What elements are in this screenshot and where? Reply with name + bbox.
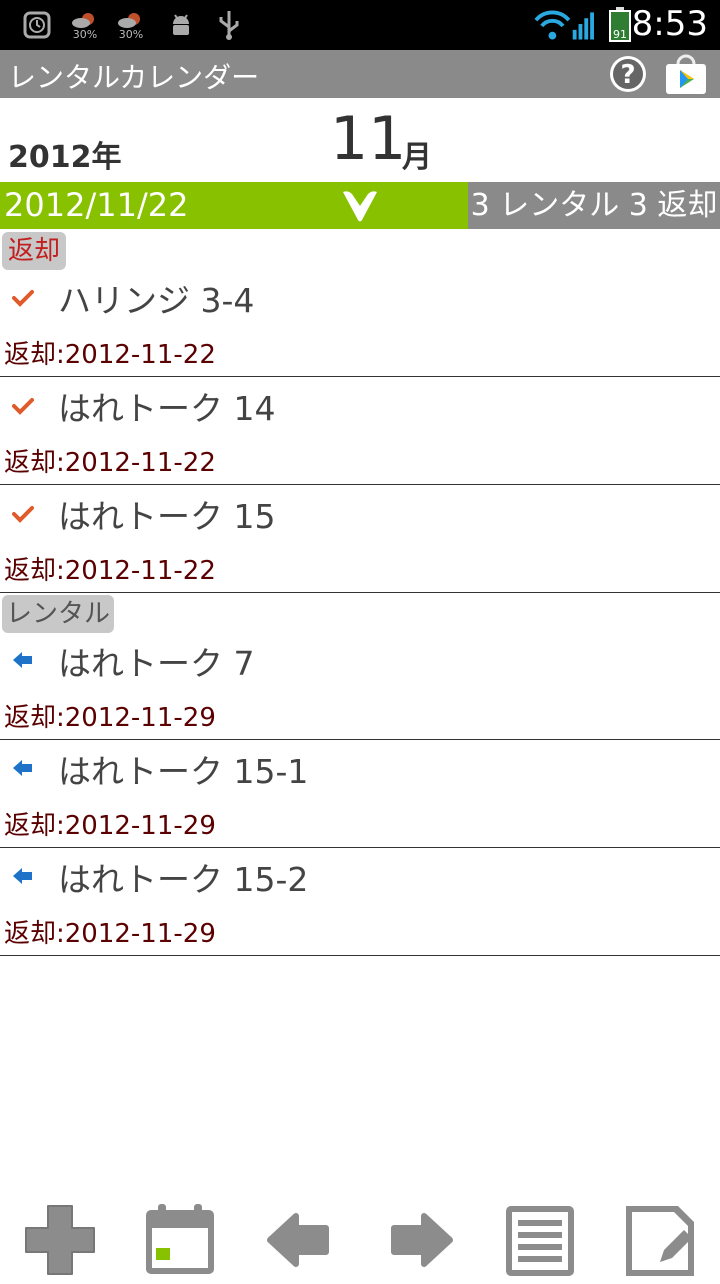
calendar-icon xyxy=(146,1204,214,1274)
play-store-icon xyxy=(666,54,706,94)
alarm-icon xyxy=(20,8,54,42)
month-number: 11 xyxy=(330,104,407,174)
edit-button[interactable] xyxy=(620,1200,700,1280)
edit-icon xyxy=(626,1206,694,1276)
item-name: ハリンジ 3-4 xyxy=(58,281,255,320)
battery-level: 91 xyxy=(613,28,627,41)
arrow-left-icon xyxy=(13,760,32,776)
status-bar: 30% 30% 91 8:53 xyxy=(0,0,720,50)
item-due-date: 返却:2012-11-29 xyxy=(4,919,216,949)
arrow-left-icon xyxy=(13,868,32,884)
item-due-date: 返却:2012-11-22 xyxy=(4,556,216,586)
list-item[interactable]: はれトーク 15 返却:2012-11-22 xyxy=(0,484,720,593)
list-item[interactable]: ハリンジ 3-4 返却:2012-11-22 xyxy=(0,268,720,377)
item-name: はれトーク 15 xyxy=(58,497,276,536)
arrow-right-icon xyxy=(391,1213,453,1267)
weather-icon: 30% xyxy=(68,8,102,42)
check-icon xyxy=(12,290,34,307)
help-button[interactable]: ? xyxy=(608,54,648,94)
list-view-button[interactable] xyxy=(500,1200,580,1280)
arrow-left-icon xyxy=(13,652,32,668)
expand-calendar-button[interactable] xyxy=(340,188,380,224)
date-bar[interactable]: 2012/11/22 3 レンタル 3 返却 xyxy=(0,182,720,229)
add-button[interactable] xyxy=(20,1200,100,1280)
android-debug-icon xyxy=(166,8,196,42)
weather-percent: 30% xyxy=(118,27,144,41)
help-label: ? xyxy=(620,60,635,90)
section-label-return: 返却 xyxy=(2,232,67,270)
chevron-down-icon xyxy=(343,191,377,222)
item-name: はれトーク 15-2 xyxy=(58,860,309,899)
item-due-date: 返却:2012-11-29 xyxy=(4,811,216,841)
item-due-date: 返却:2012-11-22 xyxy=(4,448,216,478)
previous-button[interactable] xyxy=(260,1200,340,1280)
weather-percent: 30% xyxy=(72,27,98,41)
help-icon: ? xyxy=(610,56,646,92)
plus-icon xyxy=(25,1205,95,1275)
battery-icon: 91 xyxy=(606,7,634,42)
wifi-signal-icon xyxy=(534,8,594,42)
section-label-rental: レンタル xyxy=(2,595,115,633)
clock: 8:53 xyxy=(631,4,708,44)
list-item[interactable]: はれトーク 7 返却:2012-11-29 xyxy=(0,631,720,740)
next-button[interactable] xyxy=(380,1200,460,1280)
selected-date: 2012/11/22 xyxy=(4,186,189,224)
month-header: 2012年 11 月 xyxy=(0,98,720,182)
usb-icon xyxy=(214,8,244,42)
item-name: はれトーク 7 xyxy=(58,644,255,683)
app-title: レンタルカレンダー xyxy=(8,61,260,94)
item-due-date: 返却:2012-11-29 xyxy=(4,703,216,733)
year-label: 2012年 xyxy=(8,140,122,175)
item-name: はれトーク 14 xyxy=(58,389,276,428)
rental-summary: 3 レンタル 3 返却 xyxy=(468,182,720,229)
check-icon xyxy=(12,398,34,415)
check-icon xyxy=(12,506,34,523)
item-due-date: 返却:2012-11-22 xyxy=(4,340,216,370)
play-store-button[interactable] xyxy=(664,54,708,94)
list-item[interactable]: はれトーク 15-2 返却:2012-11-29 xyxy=(0,847,720,956)
arrow-left-icon xyxy=(267,1213,329,1267)
calendar-button[interactable] xyxy=(140,1200,220,1280)
month-label: 月 xyxy=(402,140,432,175)
item-name: はれトーク 15-1 xyxy=(58,752,309,791)
list-item[interactable]: はれトーク 14 返却:2012-11-22 xyxy=(0,376,720,485)
bottom-toolbar xyxy=(0,1190,720,1280)
weather-icon: 30% xyxy=(114,8,148,42)
action-bar: レンタルカレンダー ? xyxy=(0,50,720,98)
list-icon xyxy=(506,1206,574,1276)
list-item[interactable]: はれトーク 15-1 返却:2012-11-29 xyxy=(0,739,720,848)
